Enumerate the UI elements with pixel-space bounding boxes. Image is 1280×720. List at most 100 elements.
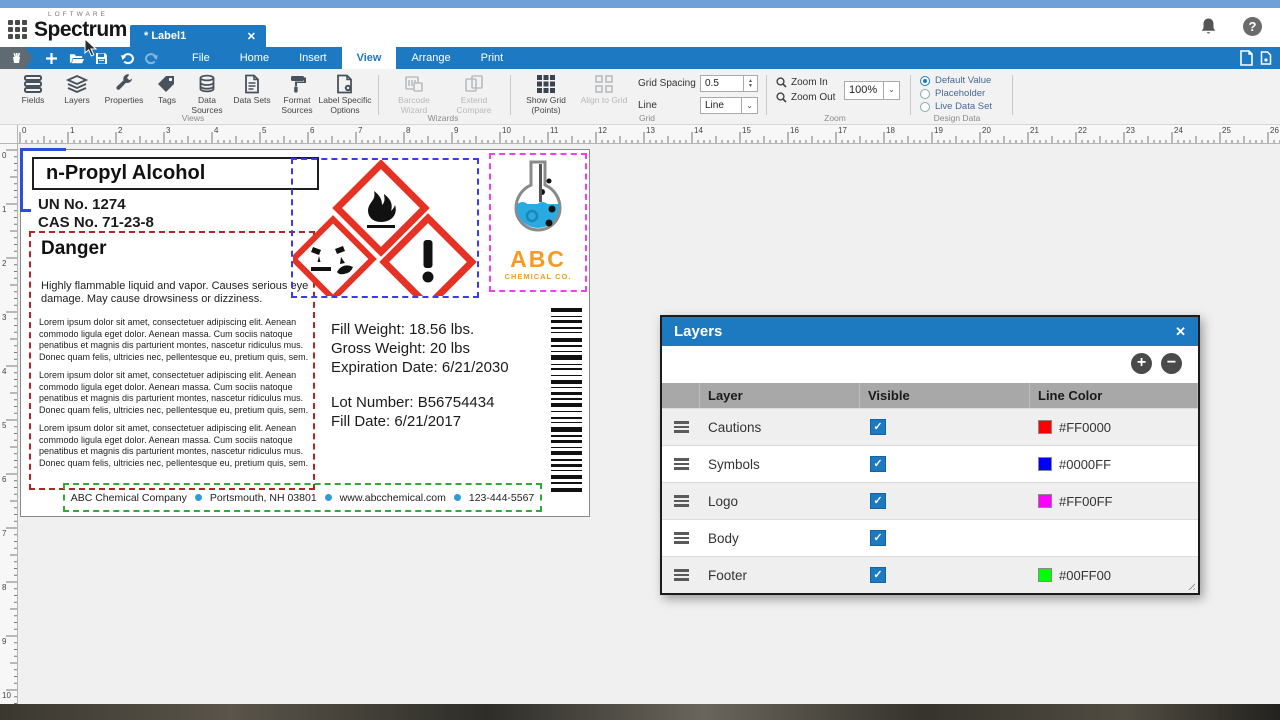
layer-name: Logo	[700, 483, 860, 519]
footer-text: 123-444-5567	[469, 492, 534, 504]
footer-layer-region[interactable]: ABC Chemical CompanyPortsmouth, NH 03801…	[63, 483, 542, 512]
magnifier-icon	[776, 92, 787, 103]
data-sets-button[interactable]: Data Sets	[230, 74, 274, 106]
svg-text:9: 9	[2, 637, 7, 646]
page-preview-icon[interactable]	[1239, 50, 1254, 66]
svg-text:5: 5	[262, 126, 267, 135]
show-grid-button[interactable]: Show Grid (Points)	[520, 74, 572, 116]
document-tab[interactable]: * Label1 ✕	[130, 25, 266, 47]
drag-handle-icon[interactable]	[662, 557, 700, 593]
fields-button[interactable]: Fields	[12, 74, 54, 106]
tags-button[interactable]: Tags	[150, 74, 184, 106]
gross-weight-field[interactable]: Gross Weight: 20 lbs	[331, 339, 509, 358]
properties-button[interactable]: Properties	[100, 74, 148, 106]
label-title-field[interactable]: n-Propyl Alcohol	[32, 157, 319, 190]
fill-date-field[interactable]: Fill Date: 6/21/2017	[331, 412, 509, 431]
cas-number-field[interactable]: CAS No. 71-23-8	[38, 214, 154, 232]
radio-live-data-set[interactable]: Live Data Set	[920, 101, 992, 112]
radio-icon[interactable]	[920, 89, 930, 99]
menu-insert[interactable]: Insert	[284, 47, 342, 69]
cautions-layer-region[interactable]: Danger Highly flammable liquid and vapor…	[29, 231, 315, 490]
layer-row[interactable]: Logo✓#FF00FF	[662, 482, 1198, 519]
drag-handle-icon[interactable]	[662, 409, 700, 445]
add-layer-button[interactable]: +	[1131, 353, 1152, 374]
zoom-in-button[interactable]: Zoom In	[776, 77, 828, 88]
expiration-date-field[interactable]: Expiration Date: 6/21/2030	[331, 358, 509, 377]
grid-spacing-label: Grid Spacing	[638, 78, 696, 89]
un-number-field[interactable]: UN No. 1274	[38, 196, 154, 214]
line-select[interactable]: Line ⌄	[700, 97, 758, 114]
label-sheet[interactable]: n-Propyl Alcohol UN No. 1274 CAS No. 71-…	[20, 149, 590, 517]
radio-default-value[interactable]: Default Value	[920, 75, 991, 86]
column-visible: Visible	[860, 383, 1030, 408]
fill-weight-field[interactable]: Fill Weight: 18.56 lbs.	[331, 320, 509, 339]
layer-row[interactable]: Body✓	[662, 519, 1198, 556]
remove-layer-button[interactable]: −	[1161, 353, 1182, 374]
line-color-swatch[interactable]	[1038, 568, 1052, 582]
line-color-swatch[interactable]	[1038, 494, 1052, 508]
drag-handle-icon[interactable]	[662, 446, 700, 482]
layer-row[interactable]: Footer✓#00FF00	[662, 556, 1198, 593]
app-badge-icon[interactable]	[0, 47, 32, 69]
data-sources-button[interactable]: Data Sources	[186, 74, 228, 116]
radio-icon[interactable]	[920, 102, 930, 112]
line-color-swatch[interactable]	[1038, 420, 1052, 434]
zoom-level-select[interactable]: 100% ⌄	[844, 81, 900, 100]
chevron-down-icon[interactable]: ⌄	[883, 82, 899, 99]
svg-text:1: 1	[70, 126, 75, 135]
undo-icon[interactable]	[119, 51, 134, 66]
menu-print[interactable]: Print	[466, 47, 519, 69]
barcode[interactable]	[551, 308, 582, 493]
visible-checkbox[interactable]: ✓	[870, 530, 886, 546]
svg-text:3: 3	[166, 126, 171, 135]
format-sources-button[interactable]: Format Sources	[276, 74, 318, 116]
menu-file[interactable]: File	[177, 47, 225, 69]
notifications-bell-icon[interactable]	[1200, 17, 1217, 36]
drag-handle-icon[interactable]	[662, 520, 700, 556]
flask-logo-icon	[505, 159, 571, 241]
menu-arrange[interactable]: Arrange	[396, 47, 465, 69]
selection-bracket	[20, 148, 23, 212]
layers-panel-titlebar[interactable]: Layers ✕	[662, 317, 1198, 346]
radio-icon[interactable]	[920, 76, 930, 86]
visible-checkbox[interactable]: ✓	[870, 493, 886, 509]
menu-bar: File Home Insert View Arrange Print	[0, 47, 1280, 69]
layers-panel[interactable]: Layers ✕ + − Layer Visible Line Color Ca…	[660, 315, 1200, 595]
svg-text:4: 4	[214, 126, 219, 135]
menu-home[interactable]: Home	[225, 47, 284, 69]
hazard-statement-field[interactable]: Highly flammable liquid and vapor. Cause…	[41, 280, 309, 306]
visible-checkbox[interactable]: ✓	[870, 567, 886, 583]
drag-handle-icon[interactable]	[662, 483, 700, 519]
vertical-ruler: 012345678910	[0, 144, 18, 704]
menu-view[interactable]: View	[342, 47, 397, 69]
line-color-swatch[interactable]	[1038, 457, 1052, 471]
tab-close-icon[interactable]: ✕	[247, 30, 256, 43]
body-layer-region[interactable]: Fill Weight: 18.56 lbs. Gross Weight: 20…	[331, 320, 509, 431]
layers-button[interactable]: Layers	[56, 74, 98, 106]
svg-text:23: 23	[1126, 126, 1135, 135]
symbols-layer-region[interactable]	[291, 158, 479, 298]
group-label-design-data: Design Data	[912, 113, 1002, 123]
logo-layer-region[interactable]: ABC CHEMICAL CO.	[489, 153, 587, 292]
open-folder-icon[interactable]	[69, 51, 84, 66]
label-specific-options-button[interactable]: Label Specific Options	[318, 74, 372, 116]
spinner-icon[interactable]: ▲▼	[743, 76, 757, 91]
precaution-paragraphs[interactable]: Lorem ipsum dolor sit amet, consectetuer…	[39, 317, 311, 476]
close-icon[interactable]: ✕	[1175, 324, 1186, 340]
svg-text:2: 2	[2, 259, 7, 268]
layer-row[interactable]: Cautions✓#FF0000	[662, 408, 1198, 445]
lot-number-field[interactable]: Lot Number: B56754434	[331, 393, 509, 412]
visible-checkbox[interactable]: ✓	[870, 456, 886, 472]
help-icon[interactable]: ?	[1243, 17, 1262, 36]
new-icon[interactable]	[44, 51, 59, 66]
radio-placeholder[interactable]: Placeholder	[920, 88, 985, 99]
visible-checkbox[interactable]: ✓	[870, 419, 886, 435]
separator-dot-icon	[325, 494, 332, 501]
layer-row[interactable]: Symbols✓#0000FF	[662, 445, 1198, 482]
signal-word-field[interactable]: Danger	[41, 238, 106, 260]
page-settings-icon[interactable]	[1260, 51, 1272, 65]
grid-spacing-input[interactable]: 0.5 ▲▼	[700, 75, 758, 92]
footer-text: Portsmouth, NH 03801	[210, 492, 317, 504]
zoom-out-button[interactable]: Zoom Out	[776, 92, 835, 103]
chevron-down-icon[interactable]: ⌄	[741, 98, 757, 113]
